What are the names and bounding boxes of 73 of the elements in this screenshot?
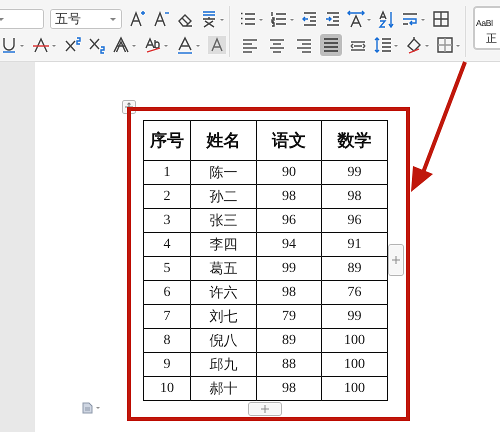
outdent-icon[interactable] (301, 10, 319, 28)
font-color-icon[interactable] (176, 36, 202, 54)
table-cell: 陈一 (190, 160, 256, 184)
text-effect-icon[interactable] (112, 36, 138, 54)
table-cell: 张三 (190, 208, 256, 232)
table-cell: 6 (144, 280, 190, 304)
numbered-list-icon[interactable] (270, 10, 296, 28)
table-cell: 许六 (190, 280, 256, 304)
table-cell: 邱九 (190, 352, 256, 376)
table-cell: 89 (322, 256, 388, 280)
align-justify-icon[interactable] (320, 34, 342, 56)
strikethrough-icon[interactable] (32, 36, 58, 54)
indent-icon[interactable] (324, 10, 342, 28)
table-cell: 100 (322, 328, 388, 352)
add-row-button[interactable] (248, 402, 282, 416)
plus-icon (261, 405, 269, 413)
document-icon[interactable] (81, 402, 103, 414)
table-cell: 葛五 (190, 256, 256, 280)
superscript-icon[interactable] (64, 36, 82, 54)
table-cell: 98 (256, 376, 322, 400)
underline-icon[interactable] (0, 36, 26, 54)
char-shading-icon[interactable] (208, 36, 226, 54)
table-cell: 89 (256, 328, 322, 352)
table-cell: 刘七 (190, 304, 256, 328)
column-header: 序号 (144, 120, 190, 160)
table-cell: 99 (322, 160, 388, 184)
table-cell: 郝十 (190, 376, 256, 400)
table-cell: 99 (256, 256, 322, 280)
style-preview[interactable]: AaBl 正 (473, 6, 500, 50)
subscript-icon[interactable] (88, 36, 106, 54)
font-size-dropdown[interactable]: 五号 (50, 9, 122, 29)
table-cell: 98 (322, 184, 388, 208)
table-cell: 2 (144, 184, 190, 208)
table-cell: 79 (256, 304, 322, 328)
table-cell: 孙二 (190, 184, 256, 208)
plus-icon (392, 256, 400, 264)
column-header: 姓名 (190, 120, 256, 160)
font-grow-icon[interactable] (128, 10, 146, 28)
caret-icon (109, 16, 117, 22)
table-cell: 94 (256, 232, 322, 256)
table-cell: 88 (256, 352, 322, 376)
column-header: 数学 (322, 120, 388, 160)
shading-icon[interactable] (405, 36, 431, 54)
table-cell: 100 (322, 376, 388, 400)
add-column-button[interactable] (388, 244, 404, 276)
table-cell: 8 (144, 328, 190, 352)
table-cell: 96 (322, 208, 388, 232)
table-cell: 98 (256, 184, 322, 208)
table-cell: 3 (144, 208, 190, 232)
table-cell: 4 (144, 232, 190, 256)
table-cell: 李四 (190, 232, 256, 256)
table-cell: 76 (322, 280, 388, 304)
highlighter-icon[interactable] (144, 36, 170, 54)
table-cell: 5 (144, 256, 190, 280)
table-cell: 7 (144, 304, 190, 328)
char-spacing-icon[interactable] (347, 10, 373, 28)
table-cell: 100 (322, 352, 388, 376)
table-cell: 99 (322, 304, 388, 328)
table-cell: 倪八 (190, 328, 256, 352)
table-cell: 90 (256, 160, 322, 184)
table-cell: 10 (144, 376, 190, 400)
font-shrink-icon[interactable] (152, 10, 170, 28)
table-cell: 1 (144, 160, 190, 184)
table-cell: 9 (144, 352, 190, 376)
table-cell: 91 (322, 232, 388, 256)
sort-icon[interactable] (378, 10, 396, 28)
line-spacing-icon[interactable] (374, 36, 400, 54)
table-cell: 96 (256, 208, 322, 232)
table-cell: 98 (256, 280, 322, 304)
borders-icon[interactable] (436, 36, 462, 54)
grid-icon[interactable] (432, 10, 450, 28)
column-header: 语文 (256, 120, 322, 160)
phonetic-icon[interactable] (200, 10, 226, 28)
